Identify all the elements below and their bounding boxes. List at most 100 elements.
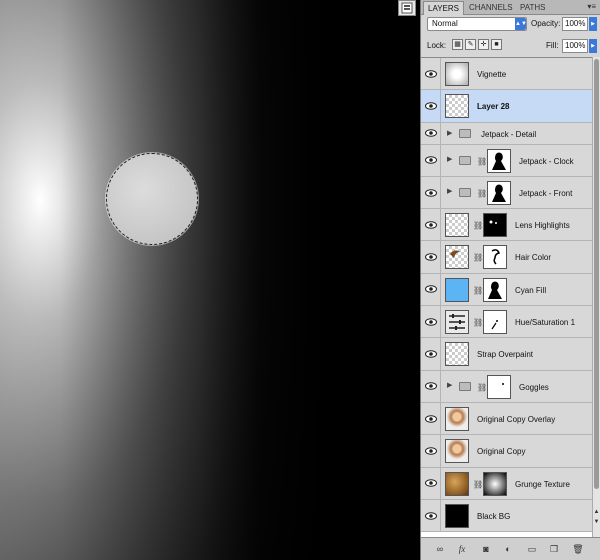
layer-group-row[interactable]: ▶ ⛓ Jetpack - Clock [421, 144, 600, 177]
layer-mask-thumbnail[interactable] [483, 277, 507, 302]
layer-name: Layer 28 [477, 102, 510, 112]
layer-mask-thumbnail[interactable] [483, 471, 507, 496]
layer-mask-thumbnail[interactable] [487, 148, 511, 173]
layer-thumbnail [445, 406, 469, 431]
lock-all-icon[interactable]: ■ [491, 39, 502, 50]
layer-row[interactable]: ⛓ Lens Highlights [421, 209, 600, 242]
layer-row[interactable]: ⛓ Grunge Texture [421, 467, 600, 500]
panel-menu-icon[interactable]: ▾≡ [587, 2, 596, 11]
document-canvas[interactable] [0, 0, 420, 560]
adjustment-layer-row[interactable]: ⛓ Hue/Saturation 1 [421, 306, 600, 339]
new-layer-icon[interactable]: ❐ [547, 543, 561, 555]
layer-group-row[interactable]: ▶ Jetpack - Detail [421, 122, 600, 145]
expand-triangle-icon[interactable]: ▶ [447, 187, 452, 195]
layers-scrollbar[interactable]: ▲ ▼ [592, 57, 600, 537]
lock-fill-row: Lock: ▦ ✎ ✛ ■ Fill: 100% ▶ [421, 38, 600, 54]
layer-name: Hair Color [515, 253, 552, 263]
layer-mask-thumbnail[interactable] [483, 310, 507, 335]
new-group-icon[interactable]: ▭ [525, 543, 539, 555]
link-layers-icon[interactable]: ∞ [433, 543, 447, 555]
eye-icon[interactable] [421, 499, 441, 532]
eye-icon[interactable] [421, 241, 441, 273]
layer-thumbnail [445, 94, 469, 119]
layer-mask-thumbnail[interactable] [483, 245, 507, 270]
tab-channels[interactable]: CHANNELS [465, 1, 517, 15]
tab-paths[interactable]: PATHS [516, 1, 549, 15]
opacity-arrow-icon[interactable]: ▶ [589, 17, 597, 31]
layer-mask-thumbnail[interactable] [487, 180, 511, 205]
layer-name: Cyan Fill [515, 285, 547, 295]
folder-icon [459, 155, 471, 165]
lock-position-icon[interactable]: ✛ [478, 39, 489, 50]
eye-icon[interactable] [421, 306, 441, 338]
layer-row[interactable]: Original Copy Overlay [421, 402, 600, 436]
layer-name: Original Copy [477, 447, 526, 457]
layer-name: Jetpack - Detail [481, 129, 537, 139]
fx-icon[interactable]: fx [455, 543, 469, 555]
eye-icon[interactable] [421, 209, 441, 241]
adjustment-icon [445, 310, 469, 335]
layer-thumbnail [445, 277, 469, 302]
tab-layers[interactable]: LAYERS [423, 1, 464, 15]
layer-mask-thumbnail[interactable] [483, 213, 507, 238]
eye-icon[interactable] [421, 90, 441, 122]
chain-link-icon: ⛓ [473, 318, 484, 328]
lock-transparency-icon[interactable]: ▦ [452, 39, 463, 50]
panel-tabs: LAYERS CHANNELS PATHS ▾≡ [421, 0, 600, 15]
scroll-up-icon[interactable]: ▲ [593, 509, 600, 517]
layer-name: Hue/Saturation 1 [515, 318, 576, 328]
adjustment-layer-icon[interactable]: ◐ [501, 543, 515, 555]
chain-link-icon: ⛓ [477, 156, 488, 166]
fill-input[interactable]: 100% [562, 39, 588, 53]
expand-triangle-icon[interactable]: ▶ [447, 155, 452, 163]
layer-thumbnail [445, 471, 469, 496]
opacity-input[interactable]: 100% [562, 17, 588, 31]
trash-icon[interactable]: 🗑 [571, 543, 585, 555]
eye-icon[interactable] [421, 176, 441, 209]
layer-row[interactable]: Strap Overpaint [421, 338, 600, 371]
scroll-down-icon[interactable]: ▼ [593, 519, 600, 527]
eye-icon[interactable] [421, 273, 441, 306]
layers-bottom-bar: ∞ fx ◙ ◐ ▭ ❐ 🗑 [421, 537, 600, 560]
layer-row[interactable]: Vignette [421, 58, 600, 91]
layer-thumbnail [445, 213, 469, 238]
layer-row[interactable]: ⛓ Hair Color [421, 241, 600, 274]
layer-row[interactable]: ⛓ Cyan Fill [421, 273, 600, 307]
layer-row[interactable]: Black BG [421, 499, 600, 533]
eye-icon[interactable] [421, 144, 441, 176]
layer-group-row[interactable]: ▶ ⛓ Goggles [421, 370, 600, 403]
layer-name: Jetpack - Front [519, 188, 573, 198]
eye-icon[interactable] [421, 402, 441, 435]
layer-thumbnail [445, 62, 469, 86]
folder-icon [459, 128, 471, 138]
canvas-shading [0, 0, 420, 560]
layer-name: Strap Overpaint [477, 350, 534, 360]
expand-triangle-icon[interactable]: ▶ [447, 381, 452, 389]
eye-icon[interactable] [421, 370, 441, 402]
layer-name: Jetpack - Clock [519, 156, 574, 166]
layer-mask-thumbnail[interactable] [487, 374, 511, 399]
chain-link-icon: ⛓ [473, 479, 484, 489]
blend-mode-select[interactable]: Normal ▲▼ [427, 17, 527, 31]
eye-icon[interactable] [421, 58, 441, 90]
layer-group-row[interactable]: ▶ ⛓ Jetpack - Front [421, 176, 600, 210]
expand-triangle-icon[interactable]: ▶ [447, 129, 452, 137]
fill-arrow-icon[interactable]: ▶ [589, 39, 597, 53]
chain-link-icon: ⛓ [473, 285, 484, 295]
eye-icon[interactable] [421, 122, 441, 144]
add-mask-icon[interactable]: ◙ [479, 543, 493, 555]
eye-icon[interactable] [421, 435, 441, 467]
lock-label: Lock: [427, 41, 447, 50]
lock-pixels-icon[interactable]: ✎ [465, 39, 476, 50]
chain-link-icon: ⛓ [477, 188, 488, 198]
layer-row[interactable]: Original Copy [421, 435, 600, 468]
scrollbar-thumb[interactable] [594, 59, 599, 489]
eye-icon[interactable] [421, 467, 441, 499]
eye-icon[interactable] [421, 338, 441, 370]
elliptical-selection[interactable] [106, 153, 198, 245]
layer-thumbnail [445, 245, 469, 270]
chain-link-icon: ⛓ [473, 221, 484, 231]
layers-panel: LAYERS CHANNELS PATHS ▾≡ Normal ▲▼ Opaci… [420, 0, 600, 560]
layer-row[interactable]: Layer 28 [421, 90, 600, 123]
panel-collapse-icon[interactable] [398, 0, 416, 16]
